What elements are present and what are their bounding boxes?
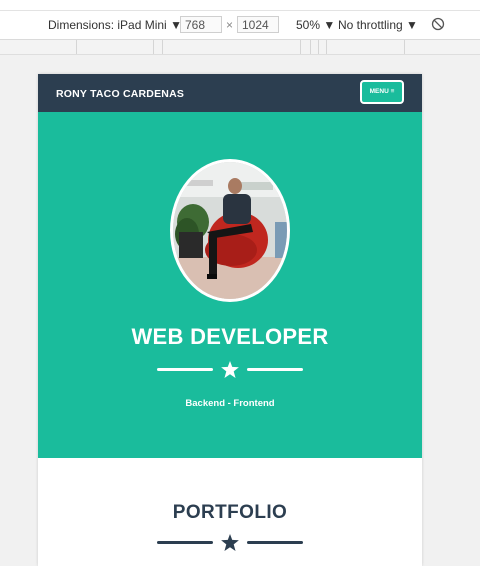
- portfolio-title: PORTFOLIO: [172, 502, 288, 523]
- chevron-down-icon: ▼: [406, 18, 418, 32]
- width-input[interactable]: 768: [180, 16, 222, 33]
- star-icon: [221, 534, 239, 556]
- rotate-icon[interactable]: [431, 17, 445, 34]
- star-icon: [221, 361, 239, 383]
- divider-line-left: [157, 368, 213, 371]
- menu-button[interactable]: MENU ≡: [360, 80, 404, 104]
- portfolio-divider-left: [157, 541, 213, 544]
- height-input[interactable]: 1024: [237, 16, 279, 33]
- dimension-separator: ×: [226, 18, 234, 32]
- divider-line-right: [247, 368, 303, 371]
- portfolio-divider-right: [247, 541, 303, 544]
- hero-section: WEB DEVELOPER Backend - Frontend: [38, 112, 422, 458]
- chevron-down-icon: ▼: [323, 18, 336, 32]
- zoom-label: 50%: [296, 18, 321, 32]
- hero-title: WEB DEVELOPER: [131, 324, 329, 349]
- hero-subtitle: Backend - Frontend: [185, 398, 275, 409]
- device-label: Dimensions: iPad Mini: [48, 18, 167, 32]
- browser-top-strip: [0, 0, 480, 11]
- throttling-select[interactable]: No throttling ▼: [338, 18, 418, 32]
- brand-link[interactable]: RONY TACO CARDENAS: [56, 88, 184, 100]
- device-viewport: RONY TACO CARDENAS MENU ≡ WEB DEVELOPER …: [38, 74, 422, 566]
- throttling-label: No throttling: [338, 18, 403, 32]
- avatar: [170, 159, 290, 302]
- zoom-select[interactable]: 50% ▼: [296, 18, 335, 32]
- media-query-ruler[interactable]: [0, 40, 480, 55]
- device-select[interactable]: Dimensions: iPad Mini ▼: [48, 18, 182, 32]
- device-toolbar: Dimensions: iPad Mini ▼ 768 × 1024 50% ▼…: [0, 11, 480, 40]
- navbar: RONY TACO CARDENAS MENU ≡: [38, 74, 422, 112]
